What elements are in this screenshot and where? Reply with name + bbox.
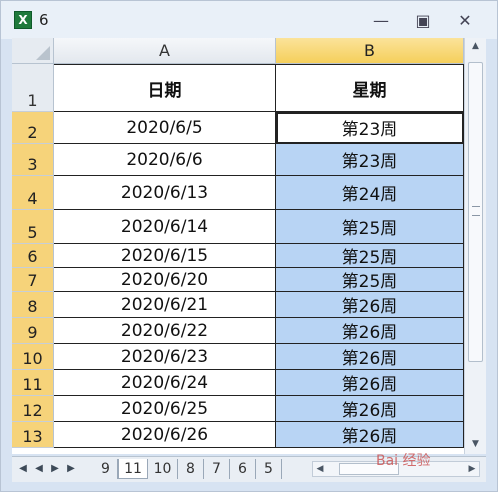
- sheet-tab-6[interactable]: 6: [230, 459, 256, 479]
- cell-date[interactable]: 2020/6/14: [54, 210, 276, 244]
- cell-week[interactable]: 第23周: [276, 112, 464, 144]
- cell-date[interactable]: 2020/6/25: [54, 396, 276, 422]
- cell-week[interactable]: 第25周: [276, 268, 464, 292]
- select-all-corner[interactable]: [12, 38, 54, 64]
- sheet-tab-5[interactable]: 5: [256, 459, 282, 479]
- row-header-5[interactable]: 5: [12, 210, 54, 244]
- first-sheet-icon[interactable]: ◀​: [16, 461, 30, 477]
- vertical-scrollbar[interactable]: ▲ ▼: [464, 38, 486, 454]
- row-header-7[interactable]: 7: [12, 268, 54, 292]
- cell-week[interactable]: 第26周: [276, 292, 464, 318]
- cell-date[interactable]: 2020/6/21: [54, 292, 276, 318]
- vertical-scroll-thumb[interactable]: [468, 62, 483, 362]
- row-header-1[interactable]: 1: [12, 64, 54, 112]
- sheet-tab-9[interactable]: 9: [94, 459, 118, 479]
- cell-date[interactable]: 2020/6/13: [54, 176, 276, 210]
- row-header-11[interactable]: 11: [12, 370, 54, 396]
- scroll-up-icon[interactable]: ▲: [465, 38, 486, 54]
- next-sheet-icon[interactable]: ▶: [48, 461, 62, 477]
- restore-button[interactable]: ▣: [411, 11, 435, 31]
- row-header-4[interactable]: 4: [12, 176, 54, 210]
- excel-icon: X: [14, 11, 32, 29]
- baidu-watermark: Bai 经验: [376, 453, 431, 469]
- close-button[interactable]: ✕: [453, 11, 477, 31]
- title-bar: X 6 — ▣ ✕: [1, 1, 497, 39]
- cell-week[interactable]: 第26周: [276, 370, 464, 396]
- last-sheet-icon[interactable]: ▶​: [64, 461, 78, 477]
- sheet-grid[interactable]: A B 1 日期 星期 2 2020/6/5 第23周 3 2020/6/6 第23周 4 2020…: [12, 38, 464, 454]
- scroll-down-icon[interactable]: ▼: [465, 436, 486, 452]
- cell-date[interactable]: 2020/6/5: [54, 112, 276, 144]
- cell-week[interactable]: 第26周: [276, 318, 464, 344]
- row-header-8[interactable]: 8: [12, 292, 54, 318]
- cell-date[interactable]: 2020/6/22: [54, 318, 276, 344]
- cell-week[interactable]: 第26周: [276, 344, 464, 370]
- cell-week[interactable]: 第25周: [276, 244, 464, 268]
- column-header-a[interactable]: A: [54, 38, 276, 64]
- row-header-6[interactable]: 6: [12, 244, 54, 268]
- cell-week[interactable]: 第26周: [276, 396, 464, 422]
- sheet-tab-7[interactable]: 7: [204, 459, 230, 479]
- header-cell-week[interactable]: 星期: [276, 64, 464, 112]
- cell-week[interactable]: 第24周: [276, 176, 464, 210]
- minimize-button[interactable]: —: [369, 11, 393, 31]
- scroll-right-icon[interactable]: ▶: [465, 462, 479, 476]
- prev-sheet-icon[interactable]: ◀: [32, 461, 46, 477]
- cell-date[interactable]: 2020/6/24: [54, 370, 276, 396]
- cell-date[interactable]: 2020/6/26: [54, 422, 276, 448]
- row-header-13[interactable]: 13: [12, 422, 54, 448]
- sheet-tab-11[interactable]: 11: [118, 459, 148, 479]
- row-header-2[interactable]: 2: [12, 112, 54, 144]
- sheet-tab-8[interactable]: 8: [178, 459, 204, 479]
- cell-date[interactable]: 2020/6/6: [54, 144, 276, 176]
- scroll-left-icon[interactable]: ◀: [313, 462, 327, 476]
- cell-date[interactable]: 2020/6/15: [54, 244, 276, 268]
- row-header-12[interactable]: 12: [12, 396, 54, 422]
- window-title: 6: [39, 11, 49, 29]
- cell-date[interactable]: 2020/6/20: [54, 268, 276, 292]
- header-cell-date[interactable]: 日期: [54, 64, 276, 112]
- row-header-10[interactable]: 10: [12, 344, 54, 370]
- cell-week[interactable]: 第25周: [276, 210, 464, 244]
- cell-date[interactable]: 2020/6/23: [54, 344, 276, 370]
- column-header-b[interactable]: B: [276, 38, 464, 64]
- cell-week[interactable]: 第26周: [276, 422, 464, 448]
- sheet-tab-10[interactable]: 10: [148, 459, 178, 479]
- row-header-3[interactable]: 3: [12, 144, 54, 176]
- row-header-9[interactable]: 9: [12, 318, 54, 344]
- cell-week[interactable]: 第23周: [276, 144, 464, 176]
